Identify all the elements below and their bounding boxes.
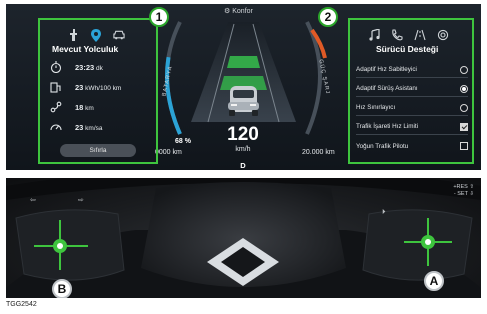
set-label: - SET ⇩ xyxy=(453,191,474,197)
settings-icon[interactable] xyxy=(437,28,449,42)
trip-average-speed-value: 23 xyxy=(75,122,84,132)
traffic-sign-speed-limit-row[interactable]: Trafik İşareti Hız Limiti xyxy=(356,119,468,135)
callout-a: A xyxy=(424,271,444,291)
instrument-cluster-screen: ⚙ Konfor BATARYA GÜÇ ŞARJ 68 % 0000 km 1… xyxy=(6,4,481,170)
battery-range: 0000 km xyxy=(155,149,182,156)
trip-average-speed-unit: km/sa xyxy=(85,124,103,132)
trip-consumption-row: 23 kWh/100 km xyxy=(50,81,121,93)
trip-distance-value: 18 xyxy=(75,102,84,112)
adaptive-drive-assist-radio[interactable] xyxy=(460,84,468,93)
phone-icon[interactable] xyxy=(391,28,403,42)
location-pin-icon[interactable] xyxy=(90,28,102,42)
left-spoke-pad xyxy=(15,209,125,281)
music-note-icon[interactable] xyxy=(368,28,380,42)
adaptive-cruise-control-label: Adaptif Hız Sabitleyici xyxy=(356,66,417,73)
trip-duration-value: 23:23 xyxy=(75,62,95,72)
callout-1: 1 xyxy=(149,7,169,27)
callout-2: 2 xyxy=(318,7,338,27)
callout-b: B xyxy=(52,279,72,298)
traffic-jam-pilot-label: Yoğun Trafik Pilotu xyxy=(356,142,409,150)
adaptive-drive-assist-label: Adaptif Sürüş Asistanı xyxy=(356,85,418,92)
traffic-sign-speed-limit-checkbox[interactable] xyxy=(460,122,468,131)
trip-consumption-unit: kWh/100 km xyxy=(85,84,122,92)
lane-highlight-front xyxy=(227,56,260,68)
speed-limiter-radio[interactable] xyxy=(460,103,468,112)
trip-average-speed-row: 23 km/sa xyxy=(50,121,103,133)
right-spoke-pad xyxy=(362,209,473,281)
trip-consumption-value: 23 xyxy=(75,82,84,92)
trip-tab-bar xyxy=(67,28,125,42)
driver-assist-panel: Sürücü Desteği Adaptif Hız Sabitleyici A… xyxy=(348,18,474,164)
svg-text:⇨: ⇨ xyxy=(78,196,84,204)
assist-panel-title: Sürücü Desteği xyxy=(376,44,439,54)
svg-text:⇦: ⇦ xyxy=(30,196,36,204)
trip-duration-row: 23:23 dk xyxy=(50,61,103,73)
car-icon[interactable] xyxy=(113,28,125,42)
speed-value: 120 xyxy=(227,124,259,145)
road-icon[interactable] xyxy=(414,28,426,42)
stopwatch-icon xyxy=(50,61,64,73)
trip-distance-unit: km xyxy=(85,104,94,112)
drive-mode-label: ⚙ Konfor xyxy=(224,8,253,15)
traffic-sign-speed-limit-label: Trafik İşareti Hız Limiti xyxy=(356,123,419,130)
adaptive-drive-assist-row[interactable]: Adaptif Sürüş Asistanı xyxy=(356,81,468,97)
trip-panel-title: Mevcut Yolculuk xyxy=(52,44,119,54)
speed-limiter-label: Hız Sınırlayıcı xyxy=(356,104,396,111)
trip-duration-unit: dk xyxy=(96,64,103,72)
total-range: 20.000 km xyxy=(302,149,335,156)
battery-percent: 68 % xyxy=(175,138,191,145)
assist-tab-bar xyxy=(368,28,449,42)
steering-wheel-illustration: ⇦ ⇨ ⏵ xyxy=(6,178,481,298)
resume-label: +RES ⇧ xyxy=(453,184,474,190)
trip-distance-row: 18 km xyxy=(50,101,94,113)
ego-car-icon xyxy=(228,86,259,116)
wrench-icon[interactable] xyxy=(67,28,79,42)
energy-consumption-icon xyxy=(50,81,64,93)
steering-wheel-photo: ⇦ ⇨ ⏵ +RES ⇧ - SET ⇩ B A xyxy=(6,178,481,298)
speedometer-icon xyxy=(50,121,64,133)
gear-indicator: D xyxy=(240,161,246,170)
svg-text:⏵: ⏵ xyxy=(382,208,386,216)
figure-code: TGG2542 xyxy=(6,301,37,308)
drive-mode-icon: ⚙ xyxy=(224,8,231,15)
route-icon xyxy=(50,101,64,113)
traffic-jam-pilot-checkbox[interactable] xyxy=(460,142,468,150)
cruise-set-labels: +RES ⇧ - SET ⇩ xyxy=(436,184,474,198)
adaptive-cruise-control-radio[interactable] xyxy=(460,65,468,74)
adaptive-cruise-control-row[interactable]: Adaptif Hız Sabitleyici xyxy=(356,62,468,78)
traffic-jam-pilot-row[interactable]: Yoğun Trafik Pilotu xyxy=(356,138,468,154)
trip-panel: Mevcut Yolculuk 23:23 dk 23 kWh/100 km 1… xyxy=(38,18,158,164)
speed-limiter-row[interactable]: Hız Sınırlayıcı xyxy=(356,100,468,116)
speed-unit: km/h xyxy=(235,146,251,153)
reset-trip-button[interactable]: Sıfırla xyxy=(60,144,136,157)
